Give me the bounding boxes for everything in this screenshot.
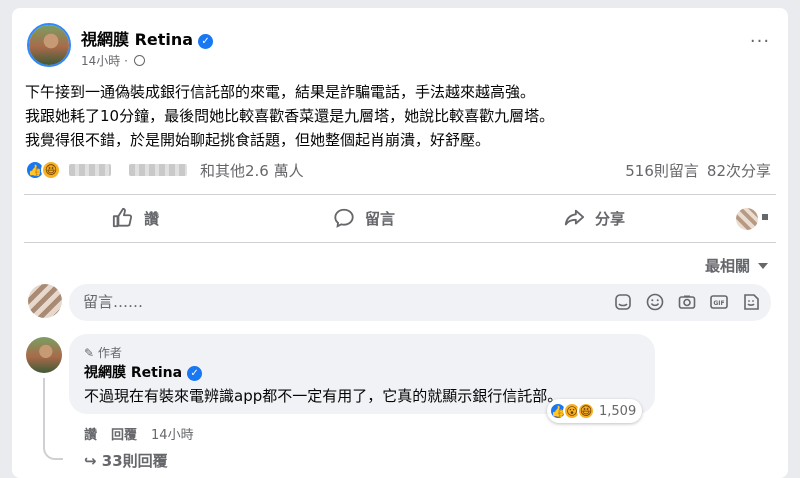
more-options-button[interactable]: ··· [744,30,776,62]
author-avatar[interactable] [27,23,71,67]
thumbs-up-icon [112,207,133,228]
comment-reply-link[interactable]: 回覆 [111,428,137,443]
comment-reactions[interactable]: 👍 😮 😆 1,509 [547,399,643,423]
comment-sort-dropdown[interactable]: 最相關 [705,255,768,276]
avatar-sticker-icon[interactable] [741,292,761,312]
commenter-avatar[interactable] [26,337,62,373]
like-button[interactable]: 讚 [112,204,159,232]
redacted-name [69,164,111,176]
divider [24,194,776,195]
comment-text: 不過現在有裝來電辨識app都不一定有用了，它真的就顯示銀行信託部。 [84,387,563,405]
composer-tools: GIF [601,292,761,312]
emoji-icon[interactable] [645,292,665,312]
shares-count[interactable]: 82次分享 [707,162,771,180]
reaction-summary[interactable]: 👍 😆 [25,159,187,181]
author-name[interactable]: 視網膜 Retina ✓ [81,26,214,50]
post-line: 我跟她耗了10分鐘，最後問她比較喜歡香菜還是九層塔，她說比較喜歡九層塔。 [25,107,555,125]
reaction-others-text[interactable]: 和其他2.6 萬人 [200,160,304,181]
post-stats: 516則留言 82次分享 [625,160,771,181]
audience-switch-icon[interactable] [762,214,768,220]
sticker-icon[interactable] [613,292,633,312]
verified-badge-icon: ✓ [198,34,214,49]
divider [24,242,776,243]
camera-icon[interactable] [677,292,697,312]
haha-reaction-icon: 😆 [577,402,595,420]
post-body: 下午接到一通偽裝成銀行信託部的來電，結果是詐騙電話，手法越來越高強。 我跟她耗了… [25,80,554,152]
haha-reaction-icon: 😆 [41,160,61,180]
comment-button[interactable]: 留言 [333,204,395,232]
reply-thread-line [43,378,63,460]
verified-badge-icon: ✓ [187,366,203,381]
comment-like-link[interactable]: 讚 [84,428,97,443]
gif-icon[interactable]: GIF [709,292,729,312]
comment-input[interactable] [83,293,383,311]
svg-text:GIF: GIF [713,300,724,307]
post-timestamp[interactable]: 14小時 · [81,52,145,69]
comment-icon [334,208,354,228]
comment-timestamp[interactable]: 14小時 [151,428,194,443]
caret-down-icon [758,263,768,269]
post-line: 下午接到一通偽裝成銀行信託部的來電，結果是詐騙電話，手法越來越高強。 [25,83,536,101]
viewer-avatar[interactable] [736,208,758,230]
viewer-avatar[interactable] [28,284,62,318]
comments-count[interactable]: 516則留言 [625,162,699,180]
commenter-name[interactable]: 視網膜 Retina ✓ [84,362,203,382]
redacted-name [129,164,187,176]
share-icon [564,209,585,226]
view-replies-link[interactable]: ↪ 33則回覆 [84,450,168,471]
post-card: 視網膜 Retina ✓ 14小時 · ··· 下午接到一通偽裝成銀行信託部的來電… [12,8,788,478]
post-line: 我覺得很不錯，於是開始聊起挑食話題，但她整個起肖崩潰，好舒壓。 [25,131,491,149]
share-button[interactable]: 分享 [563,204,625,232]
author-badge: ✎ 作者 [84,346,122,360]
globe-icon [133,55,145,66]
comment-composer[interactable]: GIF [69,284,771,321]
comment-actions: 讚回覆 14小時 [84,424,208,443]
